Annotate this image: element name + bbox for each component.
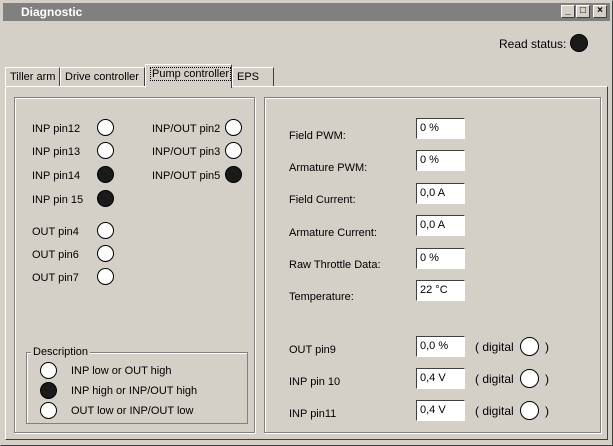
analog-pin-label: OUT pin9 <box>289 344 336 356</box>
tab-eps[interactable]: EPS <box>232 67 274 87</box>
pump-controller-panel: INP pin12 INP pin13 INP pin14 INP pin 15… <box>5 86 608 440</box>
tab-label: EPS <box>237 71 260 83</box>
maximize-button[interactable]: □ <box>576 5 590 18</box>
readings-panel: Field PWM: 0 % Armature PWM: 0 % Field C… <box>264 97 601 433</box>
reading-label: Armature Current: <box>289 227 378 239</box>
close-button[interactable]: × <box>593 5 607 18</box>
digital-indicator <box>520 337 539 356</box>
legend-indicator <box>40 362 57 379</box>
pin-indicator <box>97 166 114 183</box>
description-title: Description <box>31 346 91 358</box>
inp-pin10-value: 0,4 V <box>416 368 465 389</box>
tab-label: Tiller arm <box>10 71 56 83</box>
pin-label: INP pin14 <box>32 170 81 182</box>
out-pin9-value: 0,0 % <box>416 336 465 357</box>
pin-indicator <box>97 245 114 262</box>
digital-close: ) <box>545 404 549 418</box>
reading-label: Raw Throttle Data: <box>289 259 381 271</box>
diagnostic-window: Diagnostic _ □ × Read status: Tiller arm… <box>0 0 613 446</box>
tab-pump-controller[interactable]: Pump controller <box>145 64 232 88</box>
pin-indicator <box>97 190 114 207</box>
digital-indicator <box>520 369 539 388</box>
pin-indicator <box>225 142 242 159</box>
read-status-indicator <box>570 34 588 52</box>
window-title: Diagnostic <box>21 5 83 19</box>
tab-label: Drive controller <box>65 71 139 83</box>
tab-drive-controller[interactable]: Drive controller <box>60 67 145 87</box>
pin-label: INP pin12 <box>32 123 81 135</box>
armature-current-value: 0,0 A <box>416 215 465 236</box>
legend-indicator <box>40 402 57 419</box>
pin-label: INP/OUT pin5 <box>152 170 221 182</box>
legend-text: OUT low or INP/OUT low <box>71 405 194 417</box>
temperature-value: 22 °C <box>416 280 465 301</box>
reading-label: Field PWM: <box>289 130 346 142</box>
analog-pin-label: INP pin 10 <box>289 376 341 388</box>
pin-label: INP/OUT pin2 <box>152 123 221 135</box>
pin-indicator <box>97 119 114 136</box>
pin-indicator <box>225 119 242 136</box>
title-bar: Diagnostic _ □ × <box>3 3 610 21</box>
legend-text: INP high or INP/OUT high <box>71 385 198 397</box>
minimize-button[interactable]: _ <box>561 5 575 18</box>
pin-label: INP pin 15 <box>32 194 84 206</box>
pin-indicator <box>97 142 114 159</box>
description-group: Description INP low or OUT high INP high… <box>26 346 248 424</box>
pin-indicator <box>97 222 114 239</box>
legend-text: INP low or OUT high <box>71 365 172 377</box>
pin-label: OUT pin6 <box>32 249 79 261</box>
digital-close: ) <box>545 372 549 386</box>
pin-label: INP pin13 <box>32 146 81 158</box>
digital-indicator <box>520 401 539 420</box>
reading-label: Temperature: <box>289 291 354 303</box>
armature-pwm-value: 0 % <box>416 150 465 171</box>
tab-tiller-arm[interactable]: Tiller arm <box>5 67 60 87</box>
digital-close: ) <box>545 340 549 354</box>
reading-label: Armature PWM: <box>289 162 368 174</box>
reading-label: Field Current: <box>289 194 356 206</box>
tab-label: Pump controller <box>150 67 232 81</box>
inp-pin11-value: 0,4 V <box>416 400 465 421</box>
pin-label: OUT pin4 <box>32 226 79 238</box>
pin-label: INP/OUT pin3 <box>152 146 221 158</box>
pin-label: OUT pin7 <box>32 272 79 284</box>
digital-label: ( digital <box>475 340 514 354</box>
pin-indicator <box>225 166 242 183</box>
raw-throttle-value: 0 % <box>416 248 465 269</box>
field-current-value: 0,0 A <box>416 183 465 204</box>
pin-indicator <box>97 268 114 285</box>
legend-indicator <box>40 382 57 399</box>
pins-panel: INP pin12 INP pin13 INP pin14 INP pin 15… <box>14 97 255 433</box>
analog-pin-label: INP pin11 <box>289 408 337 420</box>
digital-label: ( digital <box>475 372 514 386</box>
digital-label: ( digital <box>475 404 514 418</box>
read-status-label: Read status: <box>499 37 567 51</box>
field-pwm-value: 0 % <box>416 118 465 139</box>
